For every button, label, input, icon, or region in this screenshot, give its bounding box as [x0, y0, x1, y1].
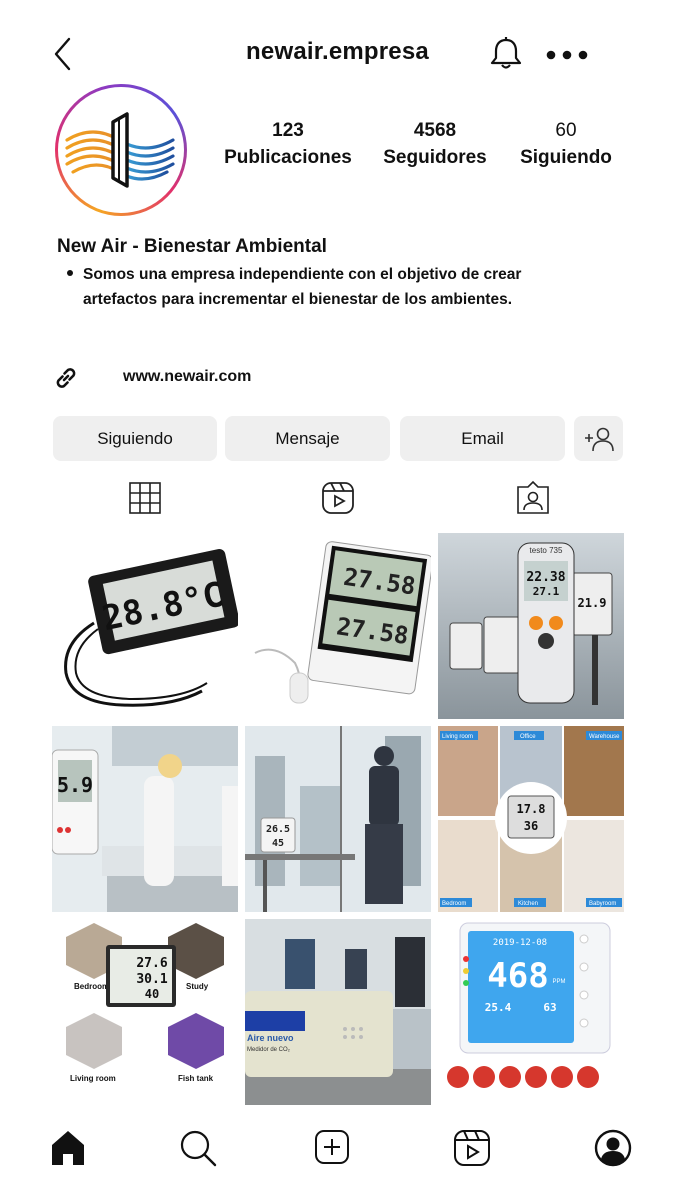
post-thumbnail[interactable]: Aire nuevo Medidor de CO₂ [245, 919, 431, 1105]
device-date: 2019-12-08 [493, 938, 547, 948]
device-brand: Aire nuevo [247, 1033, 294, 1043]
profile-bio: Somos una empresa independiente con el o… [83, 266, 522, 308]
reading-value: 5.9 [57, 773, 93, 797]
brand-logo-icon [58, 87, 184, 213]
reading-two: 30.1 [136, 972, 167, 987]
post-thumbnail[interactable]: 2019-12-08 468 PPM 25.4 63 [438, 919, 624, 1105]
reels-tab-icon[interactable] [320, 480, 356, 516]
bio-bullet [67, 270, 73, 276]
reading-one: 17.8 [517, 802, 546, 816]
post-thumbnail[interactable]: Bedroom Study Living room Fish tank 27.6… [52, 919, 238, 1105]
stat-posts-label: Publicaciones [224, 147, 352, 168]
device-subtitle: Medidor de CO₂ [247, 1047, 291, 1053]
profile-link[interactable]: www.newair.com [123, 368, 251, 386]
grid-icon[interactable] [127, 480, 163, 516]
home-icon[interactable] [48, 1128, 88, 1168]
room-label-3: Bedroom [442, 901, 466, 907]
post-thumbnail[interactable]: Living room Office Warehouse Bedroom Kit… [438, 726, 624, 912]
room-label-1: Office [520, 734, 536, 740]
suggest-people-button[interactable] [574, 416, 623, 461]
email-button[interactable]: Email [400, 416, 565, 461]
reading-two: 36 [524, 819, 538, 833]
reading-one: 26.5 [266, 824, 290, 835]
reels-icon[interactable] [452, 1128, 492, 1168]
stat-followers-label: Seguidores [383, 147, 487, 168]
post-thumbnail[interactable]: 27.58 27.58 [245, 533, 431, 719]
room-label-2: Living room [70, 1074, 116, 1083]
reading-main: 22.38 [526, 570, 565, 585]
post-thumbnail[interactable]: testo 735 22.38 27.1 21.9 [438, 533, 624, 719]
stat-followers[interactable]: 4568 Seguidores [377, 118, 493, 172]
more-options-icon[interactable] [545, 48, 589, 60]
profile-icon[interactable] [593, 1128, 633, 1168]
room-label-1: Study [186, 982, 209, 991]
stat-followers-count: 4568 [413, 120, 457, 141]
reading-mid: 27.1 [533, 585, 560, 598]
post-thumbnail[interactable]: 26.5 45 [245, 726, 431, 912]
profile-tabs [0, 480, 675, 520]
top-bar: newair.empresa [0, 22, 675, 82]
stat-posts-count: 123 [272, 120, 304, 141]
profile-avatar[interactable] [55, 84, 187, 216]
bottom-navigation [0, 1125, 675, 1175]
post-thumbnail[interactable]: 5.9 [52, 726, 238, 912]
reading-two: 45 [272, 838, 284, 849]
room-label-0: Bedroom [74, 982, 109, 991]
room-label-0: Living room [442, 734, 473, 740]
link-icon [52, 364, 80, 392]
temperature-reading: 25.4 [485, 1001, 512, 1014]
room-label-5: Babyroom [589, 901, 616, 907]
bell-icon[interactable] [489, 36, 523, 72]
reading-three: 40 [145, 987, 159, 1001]
create-icon[interactable] [313, 1128, 353, 1168]
search-icon[interactable] [178, 1128, 218, 1168]
humidity-reading: 63 [543, 1001, 556, 1014]
stat-posts[interactable]: 123 Publicaciones [219, 118, 357, 172]
profile-display-name: New Air - Bienestar Ambiental [57, 236, 327, 257]
device-brand: testo 735 [530, 546, 563, 555]
add-person-icon [584, 427, 614, 451]
co2-unit: PPM [552, 979, 565, 985]
following-button[interactable]: Siguiendo [53, 416, 217, 461]
co2-reading: 468 [487, 956, 548, 996]
message-button[interactable]: Mensaje [225, 416, 390, 461]
profile-link-row[interactable]: www.newair.com [52, 364, 452, 394]
post-thumbnail[interactable]: 28.8°C [52, 533, 238, 719]
tagged-icon[interactable] [515, 480, 551, 516]
stat-following-count: 60 [555, 120, 577, 141]
reading-right: 21.9 [578, 596, 607, 610]
room-label-2: Warehouse [589, 734, 620, 740]
room-label-4: Kitchen [518, 901, 538, 907]
stat-following[interactable]: 60 Siguiendo [513, 118, 619, 172]
stat-following-label: Siguiendo [520, 147, 612, 168]
room-label-3: Fish tank [178, 1074, 214, 1083]
reading-one: 27.6 [136, 956, 167, 971]
posts-grid: 28.8°C 27.58 27.58 testo 735 22.38 27.1 … [52, 533, 624, 1105]
